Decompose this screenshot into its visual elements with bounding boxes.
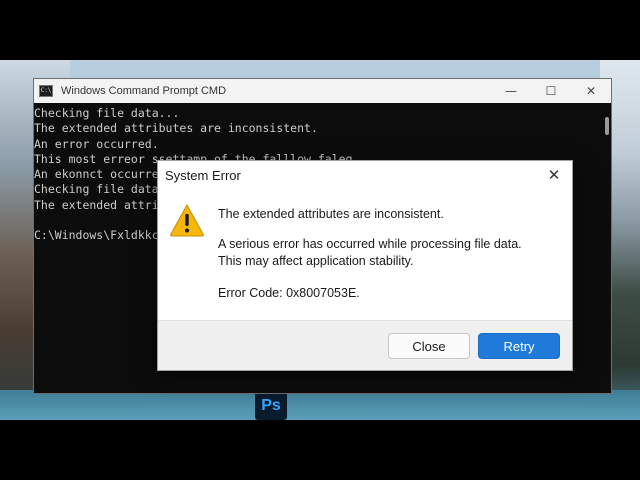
error-code: Error Code: 0x8007053E. bbox=[218, 286, 360, 300]
console-line: The extended attributes are inconsistent… bbox=[34, 121, 318, 136]
cmd-close-button[interactable]: ✕ bbox=[571, 79, 611, 103]
dialog-detail-line: This may affect application stability. bbox=[218, 254, 414, 268]
wallpaper-lake bbox=[0, 390, 640, 420]
cmd-window-controls: — ☐ ✕ bbox=[491, 79, 611, 103]
dialog-close-icon[interactable]: ✕ bbox=[542, 163, 566, 187]
photoshop-taskbar-icon[interactable]: Ps bbox=[255, 392, 287, 420]
photoshop-icon-label: Ps bbox=[261, 397, 281, 414]
warning-icon bbox=[170, 203, 204, 237]
maximize-button[interactable]: ☐ bbox=[531, 79, 571, 103]
dialog-body: The extended attributes are inconsistent… bbox=[158, 189, 572, 322]
close-button[interactable]: Close bbox=[388, 333, 470, 359]
dialog-button-bar: Close Retry bbox=[158, 320, 572, 370]
dialog-title: System Error bbox=[165, 167, 241, 183]
dialog-main-message: The extended attributes are inconsistent… bbox=[218, 207, 444, 221]
minimize-button[interactable]: — bbox=[491, 79, 531, 103]
console-line: Checking file data... bbox=[34, 106, 180, 120]
letterbox-top bbox=[0, 0, 640, 60]
cmd-titlebar[interactable]: C:\ Windows Command Prompt CMD — ☐ ✕ bbox=[34, 79, 611, 103]
cmd-app-icon: C:\ bbox=[39, 85, 53, 97]
system-error-dialog[interactable]: System Error ✕ The extended attributes a… bbox=[157, 160, 573, 371]
dialog-detail: A serious error has occurred while proce… bbox=[218, 236, 563, 270]
dialog-detail-line: A serious error has occurred while proce… bbox=[218, 237, 522, 251]
letterbox-bottom bbox=[0, 420, 640, 480]
cmd-scrollbar[interactable] bbox=[605, 117, 609, 135]
dialog-message: The extended attributes are inconsistent… bbox=[218, 206, 563, 301]
dialog-titlebar[interactable]: System Error ✕ bbox=[158, 161, 572, 189]
console-line: An error occurred. bbox=[34, 136, 159, 151]
retry-button[interactable]: Retry bbox=[478, 333, 560, 359]
cmd-window-title: Windows Command Prompt CMD bbox=[61, 85, 227, 97]
